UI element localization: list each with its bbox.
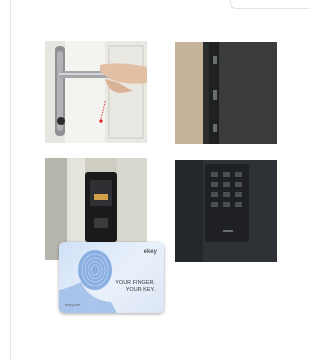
thumbnail-door-handle[interactable] xyxy=(45,41,147,143)
card-small-print: ekey.net xyxy=(65,302,80,307)
door-edge-image xyxy=(175,42,277,144)
door-handle-image xyxy=(45,41,147,143)
keypad-image xyxy=(175,160,277,262)
card-brand-logo: ekey xyxy=(143,249,157,255)
card-tagline-line2: YOUR KEY. xyxy=(125,287,155,293)
thumbnail-door-edge[interactable] xyxy=(175,42,277,144)
thumbnail-keypad[interactable] xyxy=(175,160,277,262)
content-frame-border xyxy=(10,0,11,360)
card-tagline: YOUR FINGER. YOUR KEY. xyxy=(95,280,155,294)
ekey-card[interactable]: ekey YOUR FINGER. YOUR KEY. ekey.net xyxy=(59,242,164,313)
header-tab-edge xyxy=(230,0,309,9)
card-tagline-line1: YOUR FINGER. xyxy=(115,280,155,286)
